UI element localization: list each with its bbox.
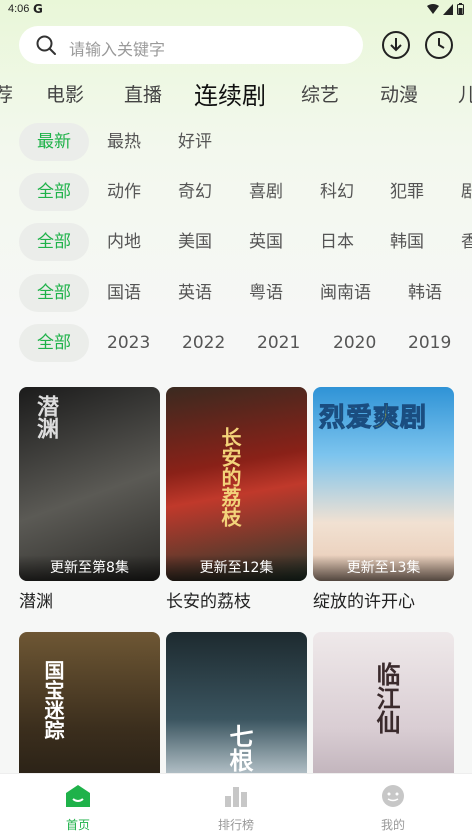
filter-chip[interactable]: 英国 [249, 223, 283, 261]
ranking-icon [225, 787, 247, 807]
status-icons [427, 3, 464, 15]
tab-anime[interactable]: 动漫 [380, 80, 418, 107]
card-title[interactable]: 长安的荔枝 [166, 587, 307, 612]
download-icon[interactable] [381, 30, 411, 60]
episode-status: 更新至12集 [166, 555, 307, 581]
tab-kids[interactable]: 儿 [458, 80, 472, 107]
bottom-nav: 首页 排行榜 我的 [0, 773, 472, 839]
tab-live[interactable]: 直播 [124, 80, 162, 107]
poster-title-art: 七根 [225, 724, 253, 772]
nav-ranking[interactable]: 排行榜 [196, 784, 276, 833]
home-icon [66, 785, 90, 807]
filter-row-year: 全部 2023 2022 2021 2020 2019 [0, 324, 472, 364]
filter-chip[interactable]: 香 [461, 223, 472, 261]
poster-image[interactable]: 潜渊 更新至第8集 [19, 387, 160, 581]
status-time: 4:06 [8, 3, 30, 15]
filter-row-genre: 全部 动作 奇幻 喜剧 科幻 犯罪 剧 [0, 173, 472, 213]
battery-icon [457, 3, 464, 15]
filter-chip[interactable]: 闽南语 [320, 274, 371, 312]
search-input[interactable]: 请输入关键字 [19, 26, 363, 64]
nav-label: 首页 [65, 818, 90, 832]
search-placeholder: 请输入关键字 [69, 40, 166, 59]
filter-chip[interactable]: 国语 [107, 274, 141, 312]
filter-chip[interactable]: 最热 [107, 123, 141, 161]
status-bar: 4:06 G [0, 0, 472, 20]
filter-chip[interactable]: 2020 [333, 324, 376, 362]
filter-chip[interactable]: 犯罪 [390, 173, 424, 211]
filter-chip[interactable]: 2019 [408, 324, 451, 362]
tab-series[interactable]: 连续剧 [194, 76, 266, 111]
poster-title-art: 潜渊 [33, 395, 58, 439]
card-title[interactable]: 绽放的许开心 [313, 587, 454, 612]
episode-status: 更新至第8集 [19, 555, 160, 581]
poster-title-art: 国宝迷踪 [41, 660, 65, 740]
nav-profile[interactable]: 我的 [353, 784, 433, 833]
video-card[interactable]: 长安的荔枝 更新至12集 长安的荔枝 [166, 387, 307, 612]
filter-chip[interactable]: 最新 [19, 123, 89, 161]
signal-icon [443, 3, 453, 15]
filter-chip[interactable]: 内地 [107, 223, 141, 261]
tab-movie[interactable]: 电影 [46, 80, 84, 107]
category-tabs: 荐 电影 直播 连续剧 综艺 动漫 儿 [0, 74, 472, 114]
filter-chip[interactable]: 2022 [182, 324, 225, 362]
filter-chip[interactable]: 韩国 [390, 223, 424, 261]
wifi-icon [427, 3, 439, 14]
filter-chip[interactable]: 全部 [19, 223, 89, 261]
tab-variety[interactable]: 综艺 [301, 80, 339, 107]
tab-recommend[interactable]: 荐 [0, 80, 13, 107]
profile-icon [382, 785, 404, 807]
filter-chip[interactable]: 动作 [107, 173, 141, 211]
video-card[interactable]: 烈爱爽剧 更新至13集 绽放的许开心 [313, 387, 454, 612]
filter-chip[interactable]: 全部 [19, 274, 89, 312]
filter-chip[interactable]: 全部 [19, 324, 89, 362]
video-card[interactable]: 潜渊 更新至第8集 潜渊 [19, 387, 160, 612]
poster-image[interactable]: 烈爱爽剧 更新至13集 [313, 387, 454, 581]
filter-chip[interactable]: 粤语 [249, 274, 283, 312]
filter-chip[interactable]: 英语 [178, 274, 212, 312]
history-icon[interactable] [424, 30, 454, 60]
filter-chip[interactable]: 全部 [19, 173, 89, 211]
filter-chip[interactable]: 好评 [178, 123, 212, 161]
episode-status: 更新至13集 [313, 555, 454, 581]
filter-row-sort: 最新 最热 好评 [0, 123, 472, 163]
filter-chip[interactable]: 日本 [320, 223, 354, 261]
nav-home[interactable]: 首页 [38, 784, 118, 833]
filter-row-region: 全部 内地 美国 英国 日本 韩国 香 [0, 223, 472, 263]
card-title[interactable]: 潜渊 [19, 587, 160, 612]
poster-title-art: 长安的荔枝 [218, 427, 242, 527]
poster-image[interactable]: 长安的荔枝 更新至12集 [166, 387, 307, 581]
filter-chip[interactable]: 喜剧 [249, 173, 283, 211]
filter-chip[interactable]: 剧 [461, 173, 472, 211]
filter-chip[interactable]: 美国 [178, 223, 212, 261]
filter-chip[interactable]: 2021 [257, 324, 300, 362]
nav-label: 排行榜 [217, 818, 254, 832]
filter-row-language: 全部 国语 英语 粤语 闽南语 韩语 [0, 274, 472, 314]
poster-title-art: 烈爱爽剧 [318, 403, 428, 434]
poster-title-art: 临江仙 [372, 662, 400, 734]
filter-chip[interactable]: 韩语 [408, 274, 442, 312]
filter-chip[interactable]: 奇幻 [178, 173, 212, 211]
filter-chip[interactable]: 科幻 [320, 173, 354, 211]
search-icon [36, 35, 56, 55]
filter-chip[interactable]: 2023 [107, 324, 150, 362]
nav-label: 我的 [380, 818, 405, 832]
google-icon: G [33, 2, 43, 16]
